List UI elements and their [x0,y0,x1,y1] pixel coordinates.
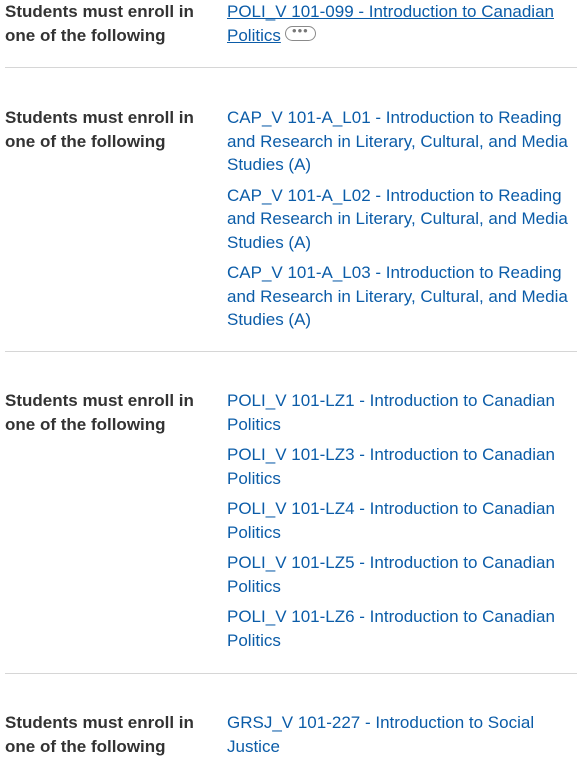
requirements-list: Students must enroll in one of the follo… [0,0,587,766]
course-link[interactable]: GRSJ_V 101-227 - Introduction to Social … [227,711,577,758]
requirement-label: Students must enroll in one of the follo… [5,391,194,434]
requirement-label: Students must enroll in one of the follo… [5,2,194,45]
course-link[interactable]: POLI_V 101-LZ5 - Introduction to Canadia… [227,551,577,598]
divider [5,673,577,674]
course-link[interactable]: POLI_V 101-LZ3 - Introduction to Canadia… [227,443,577,490]
course-link[interactable]: POLI_V 101-LZ4 - Introduction to Canadia… [227,497,577,544]
course-list: POLI_V 101-LZ1 - Introduction to Canadia… [227,389,577,659]
course-list: POLI_V 101-099 - Introduction to Canadia… [227,0,577,54]
course-link[interactable]: CAP_V 101-A_L02 - Introduction to Readin… [227,184,577,255]
more-options-icon[interactable]: ••• [284,24,316,41]
requirement-label: Students must enroll in one of the follo… [5,713,194,756]
course-list: CAP_V 101-A_L01 - Introduction to Readin… [227,106,577,339]
course-link[interactable]: POLI_V 101-LZ1 - Introduction to Canadia… [227,389,577,436]
course-list: GRSJ_V 101-227 - Introduction to Social … [227,711,577,765]
course-link-text: POLI_V 101-099 - Introduction to Canadia… [227,2,554,45]
requirement-label: Students must enroll in one of the follo… [5,108,194,151]
course-link[interactable]: CAP_V 101-A_L03 - Introduction to Readin… [227,261,577,332]
course-link[interactable]: POLI_V 101-LZ6 - Introduction to Canadia… [227,605,577,652]
divider [5,67,577,68]
course-link[interactable]: CAP_V 101-A_L01 - Introduction to Readin… [227,106,577,177]
divider [5,351,577,352]
course-link[interactable]: POLI_V 101-099 - Introduction to Canadia… [227,0,577,47]
